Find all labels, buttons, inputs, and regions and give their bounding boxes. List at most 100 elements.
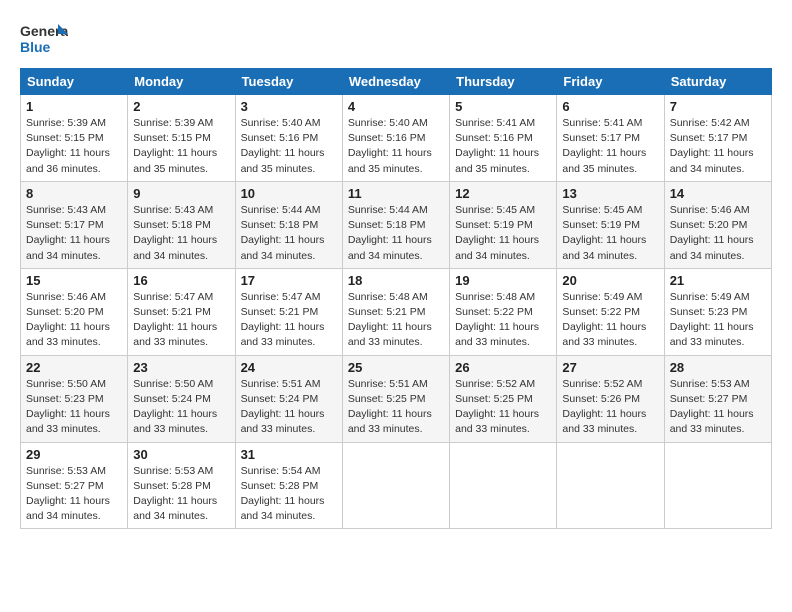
- day-number: 24: [241, 360, 337, 375]
- day-number: 28: [670, 360, 766, 375]
- day-number: 1: [26, 99, 122, 114]
- day-number: 9: [133, 186, 229, 201]
- calendar-cell: 22 Sunrise: 5:50 AM Sunset: 5:23 PM Dayl…: [21, 355, 128, 442]
- day-number: 15: [26, 273, 122, 288]
- calendar-cell: [557, 442, 664, 529]
- day-info: Sunrise: 5:53 AM Sunset: 5:28 PM Dayligh…: [133, 464, 229, 525]
- calendar-week-2: 8 Sunrise: 5:43 AM Sunset: 5:17 PM Dayli…: [21, 181, 772, 268]
- day-number: 5: [455, 99, 551, 114]
- calendar-cell: 30 Sunrise: 5:53 AM Sunset: 5:28 PM Dayl…: [128, 442, 235, 529]
- day-info: Sunrise: 5:43 AM Sunset: 5:17 PM Dayligh…: [26, 203, 122, 264]
- day-info: Sunrise: 5:53 AM Sunset: 5:27 PM Dayligh…: [26, 464, 122, 525]
- day-info: Sunrise: 5:49 AM Sunset: 5:23 PM Dayligh…: [670, 290, 766, 351]
- header-wednesday: Wednesday: [342, 69, 449, 95]
- calendar-cell: 11 Sunrise: 5:44 AM Sunset: 5:18 PM Dayl…: [342, 181, 449, 268]
- day-info: Sunrise: 5:41 AM Sunset: 5:16 PM Dayligh…: [455, 116, 551, 177]
- day-info: Sunrise: 5:48 AM Sunset: 5:21 PM Dayligh…: [348, 290, 444, 351]
- day-number: 12: [455, 186, 551, 201]
- day-number: 11: [348, 186, 444, 201]
- day-number: 6: [562, 99, 658, 114]
- day-info: Sunrise: 5:48 AM Sunset: 5:22 PM Dayligh…: [455, 290, 551, 351]
- calendar-cell: 21 Sunrise: 5:49 AM Sunset: 5:23 PM Dayl…: [664, 268, 771, 355]
- calendar-cell: 3 Sunrise: 5:40 AM Sunset: 5:16 PM Dayli…: [235, 95, 342, 182]
- calendar-cell: 27 Sunrise: 5:52 AM Sunset: 5:26 PM Dayl…: [557, 355, 664, 442]
- day-number: 8: [26, 186, 122, 201]
- day-info: Sunrise: 5:52 AM Sunset: 5:25 PM Dayligh…: [455, 377, 551, 438]
- day-number: 21: [670, 273, 766, 288]
- day-number: 22: [26, 360, 122, 375]
- calendar-cell: 4 Sunrise: 5:40 AM Sunset: 5:16 PM Dayli…: [342, 95, 449, 182]
- logo-icon: General Blue: [20, 20, 68, 58]
- svg-text:Blue: Blue: [20, 39, 51, 55]
- header-thursday: Thursday: [450, 69, 557, 95]
- day-info: Sunrise: 5:45 AM Sunset: 5:19 PM Dayligh…: [562, 203, 658, 264]
- calendar-cell: 16 Sunrise: 5:47 AM Sunset: 5:21 PM Dayl…: [128, 268, 235, 355]
- calendar-cell: 14 Sunrise: 5:46 AM Sunset: 5:20 PM Dayl…: [664, 181, 771, 268]
- day-info: Sunrise: 5:50 AM Sunset: 5:23 PM Dayligh…: [26, 377, 122, 438]
- day-info: Sunrise: 5:39 AM Sunset: 5:15 PM Dayligh…: [133, 116, 229, 177]
- day-info: Sunrise: 5:54 AM Sunset: 5:28 PM Dayligh…: [241, 464, 337, 525]
- calendar-cell: 15 Sunrise: 5:46 AM Sunset: 5:20 PM Dayl…: [21, 268, 128, 355]
- days-header-row: SundayMondayTuesdayWednesdayThursdayFrid…: [21, 69, 772, 95]
- day-number: 7: [670, 99, 766, 114]
- day-info: Sunrise: 5:53 AM Sunset: 5:27 PM Dayligh…: [670, 377, 766, 438]
- calendar-cell: 6 Sunrise: 5:41 AM Sunset: 5:17 PM Dayli…: [557, 95, 664, 182]
- day-number: 13: [562, 186, 658, 201]
- day-number: 29: [26, 447, 122, 462]
- day-number: 2: [133, 99, 229, 114]
- header-saturday: Saturday: [664, 69, 771, 95]
- day-number: 27: [562, 360, 658, 375]
- calendar-week-1: 1 Sunrise: 5:39 AM Sunset: 5:15 PM Dayli…: [21, 95, 772, 182]
- calendar-cell: 17 Sunrise: 5:47 AM Sunset: 5:21 PM Dayl…: [235, 268, 342, 355]
- calendar-cell: 10 Sunrise: 5:44 AM Sunset: 5:18 PM Dayl…: [235, 181, 342, 268]
- calendar-week-4: 22 Sunrise: 5:50 AM Sunset: 5:23 PM Dayl…: [21, 355, 772, 442]
- header-monday: Monday: [128, 69, 235, 95]
- day-number: 20: [562, 273, 658, 288]
- calendar-cell: 8 Sunrise: 5:43 AM Sunset: 5:17 PM Dayli…: [21, 181, 128, 268]
- calendar-cell: 2 Sunrise: 5:39 AM Sunset: 5:15 PM Dayli…: [128, 95, 235, 182]
- calendar-cell: 29 Sunrise: 5:53 AM Sunset: 5:27 PM Dayl…: [21, 442, 128, 529]
- calendar-cell: 13 Sunrise: 5:45 AM Sunset: 5:19 PM Dayl…: [557, 181, 664, 268]
- day-number: 4: [348, 99, 444, 114]
- day-number: 31: [241, 447, 337, 462]
- day-info: Sunrise: 5:47 AM Sunset: 5:21 PM Dayligh…: [133, 290, 229, 351]
- day-number: 10: [241, 186, 337, 201]
- day-number: 3: [241, 99, 337, 114]
- day-number: 18: [348, 273, 444, 288]
- day-info: Sunrise: 5:41 AM Sunset: 5:17 PM Dayligh…: [562, 116, 658, 177]
- day-info: Sunrise: 5:52 AM Sunset: 5:26 PM Dayligh…: [562, 377, 658, 438]
- day-info: Sunrise: 5:46 AM Sunset: 5:20 PM Dayligh…: [26, 290, 122, 351]
- calendar-cell: 23 Sunrise: 5:50 AM Sunset: 5:24 PM Dayl…: [128, 355, 235, 442]
- day-info: Sunrise: 5:51 AM Sunset: 5:25 PM Dayligh…: [348, 377, 444, 438]
- day-info: Sunrise: 5:51 AM Sunset: 5:24 PM Dayligh…: [241, 377, 337, 438]
- day-number: 30: [133, 447, 229, 462]
- day-number: 26: [455, 360, 551, 375]
- calendar-week-3: 15 Sunrise: 5:46 AM Sunset: 5:20 PM Dayl…: [21, 268, 772, 355]
- day-info: Sunrise: 5:47 AM Sunset: 5:21 PM Dayligh…: [241, 290, 337, 351]
- calendar-cell: 12 Sunrise: 5:45 AM Sunset: 5:19 PM Dayl…: [450, 181, 557, 268]
- day-number: 19: [455, 273, 551, 288]
- header-friday: Friday: [557, 69, 664, 95]
- day-info: Sunrise: 5:45 AM Sunset: 5:19 PM Dayligh…: [455, 203, 551, 264]
- calendar-cell: [664, 442, 771, 529]
- calendar-cell: 20 Sunrise: 5:49 AM Sunset: 5:22 PM Dayl…: [557, 268, 664, 355]
- calendar-cell: 7 Sunrise: 5:42 AM Sunset: 5:17 PM Dayli…: [664, 95, 771, 182]
- day-number: 25: [348, 360, 444, 375]
- logo: General Blue: [20, 20, 68, 58]
- day-number: 17: [241, 273, 337, 288]
- day-info: Sunrise: 5:40 AM Sunset: 5:16 PM Dayligh…: [241, 116, 337, 177]
- page-header: General Blue: [20, 20, 772, 58]
- calendar-cell: 9 Sunrise: 5:43 AM Sunset: 5:18 PM Dayli…: [128, 181, 235, 268]
- calendar-cell: 26 Sunrise: 5:52 AM Sunset: 5:25 PM Dayl…: [450, 355, 557, 442]
- day-info: Sunrise: 5:49 AM Sunset: 5:22 PM Dayligh…: [562, 290, 658, 351]
- day-info: Sunrise: 5:42 AM Sunset: 5:17 PM Dayligh…: [670, 116, 766, 177]
- calendar-week-5: 29 Sunrise: 5:53 AM Sunset: 5:27 PM Dayl…: [21, 442, 772, 529]
- day-info: Sunrise: 5:43 AM Sunset: 5:18 PM Dayligh…: [133, 203, 229, 264]
- day-info: Sunrise: 5:40 AM Sunset: 5:16 PM Dayligh…: [348, 116, 444, 177]
- day-number: 14: [670, 186, 766, 201]
- calendar-cell: 24 Sunrise: 5:51 AM Sunset: 5:24 PM Dayl…: [235, 355, 342, 442]
- calendar-cell: 19 Sunrise: 5:48 AM Sunset: 5:22 PM Dayl…: [450, 268, 557, 355]
- calendar-cell: [450, 442, 557, 529]
- day-info: Sunrise: 5:44 AM Sunset: 5:18 PM Dayligh…: [348, 203, 444, 264]
- day-info: Sunrise: 5:46 AM Sunset: 5:20 PM Dayligh…: [670, 203, 766, 264]
